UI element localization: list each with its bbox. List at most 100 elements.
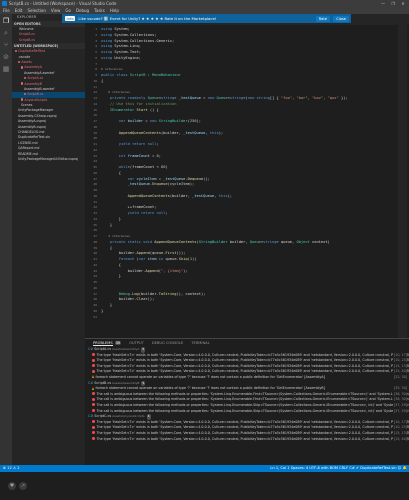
code-token: =	[200, 96, 208, 100]
problem-file-path: Assets\AssemblyB	[112, 380, 140, 385]
tree-item-label: CHANGELOG.md	[18, 130, 45, 135]
rate-notification: Info Like vscode? ℹ️ Event for Unity? ★ …	[62, 14, 351, 23]
problems-status[interactable]: ⊗ 12 ⚠ 2	[3, 465, 20, 472]
code-token: _testQueue	[192, 193, 215, 198]
line-number: 23	[93, 153, 97, 158]
panel-tab-problems[interactable]: PROBLEMS	[93, 341, 113, 346]
extensions-icon[interactable]: ▦	[2, 65, 10, 73]
maximize-button[interactable]: ❐	[388, 0, 398, 7]
line-number: 1	[95, 27, 97, 31]
code-token: Queue	[147, 96, 159, 100]
line-number: 47	[93, 291, 97, 296]
code-token: builder.	[101, 268, 146, 273]
tree-item[interactable]: Unity.PackageManagerUI.Editor.csproj	[12, 157, 85, 162]
problem-row[interactable]: The call is ambiguous between the follow…	[85, 408, 409, 415]
problem-row[interactable]: The type 'HashSet<T>' exists in both 'Sy…	[85, 436, 409, 443]
code-token: _testQueue	[163, 176, 186, 181]
panel-tab-debug-console[interactable]: DEBUG CONSOLE	[152, 341, 183, 345]
line-number: 13	[93, 96, 97, 100]
menu-tasks[interactable]: Tasks	[94, 8, 105, 13]
panel-tab-output[interactable]: OUTPUT	[129, 341, 144, 345]
activity-bar: ❐ ⌕ ⑂ ⊘ ▦	[0, 14, 12, 465]
code-token: foreach	[101, 257, 137, 261]
error-icon	[92, 353, 95, 357]
menu-file[interactable]: File	[3, 8, 10, 13]
code-line: {	[101, 246, 112, 250]
code-token: 0 references	[101, 67, 123, 72]
line-number: 15	[93, 107, 97, 112]
line-number: 28	[93, 182, 97, 187]
debug-icon[interactable]: ⊘	[2, 53, 10, 61]
line-number: 18	[93, 124, 97, 129]
source-control-icon[interactable]: ⑂	[2, 41, 10, 49]
menu-help[interactable]: Help	[110, 8, 119, 13]
menu-bar: File Edit Selection View Go Debug Tasks Help	[0, 7, 409, 14]
tree-item-label: AssemblyA.asmdef	[24, 70, 55, 75]
code-token: > queue,	[276, 239, 297, 244]
menu-view[interactable]: View	[51, 8, 61, 13]
line-number: 9	[95, 73, 97, 77]
line-number: 16	[93, 113, 97, 118]
tree-item-label: ScriptA.cs	[27, 76, 44, 81]
code-token: context)	[309, 239, 330, 244]
problem-message: The call is ambiguous between the follow…	[96, 402, 409, 407]
code-token: First	[165, 251, 177, 256]
code-token: new	[207, 96, 217, 100]
tree-item-label: .vscode	[18, 54, 31, 59]
problem-message: The type 'HashSet<T>' exists in both 'Sy…	[96, 419, 409, 424]
rate-button[interactable]: Rate	[315, 15, 330, 22]
code-line: AppendQueueContents(builder, _testQueue,…	[101, 131, 223, 135]
problem-message: The type 'HashSet<T>' exists in both 'Sy…	[96, 430, 409, 435]
tree-item-label: DuplicateRefTest	[18, 49, 46, 54]
share-icon[interactable]: ↗	[19, 482, 27, 490]
tree-item-label: AssemblyA	[24, 65, 42, 70]
tree-item-label: ScriptB.cs	[27, 92, 44, 97]
menu-edit[interactable]: Edit	[15, 8, 23, 13]
code-token: )	[165, 165, 168, 169]
code-editor[interactable]: 1 2 3 4 5 6 7 8 9 10 11 12 13 14 15 16 17 18 19 20 21 22 23 24 2…	[85, 25, 405, 338]
code-line: using System;	[101, 27, 130, 31]
line-number: 39	[93, 245, 97, 250]
code-token: =	[149, 153, 157, 158]
line-number: 38	[93, 239, 97, 244]
search-icon[interactable]: ⌕	[2, 29, 10, 37]
code-token: }	[101, 303, 113, 307]
code-token: // Use this for initialization	[101, 101, 177, 106]
problem-position: [37, 29]	[392, 408, 407, 415]
line-number: 51	[93, 314, 97, 319]
code-line: var builder = new StringBuilder(256);	[101, 119, 201, 123]
error-icon	[92, 425, 95, 429]
code-token: var	[138, 257, 148, 261]
error-icon	[92, 392, 95, 396]
code-line: _testQueue.Enqueue(cycleItem);	[101, 182, 195, 186]
problem-row[interactable]: foreach statement cannot operate on vari…	[85, 374, 409, 381]
line-number: 31	[93, 199, 97, 204]
files-icon[interactable]: ❐	[2, 17, 10, 25]
code-line: }	[101, 309, 103, 313]
close-notification-button[interactable]: Close	[333, 15, 349, 22]
editor-status[interactable]: Ln 1, Col 1 Spaces: 4 UTF-8 with BOM CRL…	[270, 465, 407, 472]
minimize-button[interactable]: —	[378, 0, 388, 7]
code-token: Debug	[101, 291, 130, 296]
panel-tab-terminal[interactable]: TERMINAL	[191, 341, 209, 345]
code-token: using	[101, 38, 115, 43]
menu-go[interactable]: Go	[65, 8, 71, 13]
tree-item-label: Scenes	[21, 103, 33, 108]
menu-debug[interactable]: Debug	[76, 8, 89, 13]
minimap[interactable]	[398, 25, 407, 338]
like-icon[interactable]: ♥	[8, 482, 16, 490]
code-token: var	[101, 176, 137, 181]
error-icon	[92, 437, 95, 440]
code-line: private static void AppendQueueContents(…	[101, 240, 330, 244]
error-icon	[92, 358, 95, 362]
problem-position: [22, 30]	[392, 374, 407, 381]
line-number: 21	[93, 142, 97, 146]
menu-selection[interactable]: Selection	[27, 8, 45, 13]
line-number: 30	[93, 193, 97, 198]
close-window-button[interactable]: ✕	[398, 0, 408, 7]
code-token: yield return null	[101, 142, 157, 146]
code-line: IEnumerator Start () {	[101, 108, 159, 112]
tree-item-label: Unity.PackageManagerUI.Editor.csproj	[18, 156, 79, 161]
line-number: 5	[95, 50, 97, 54]
code-token: ScriptB	[129, 73, 146, 77]
